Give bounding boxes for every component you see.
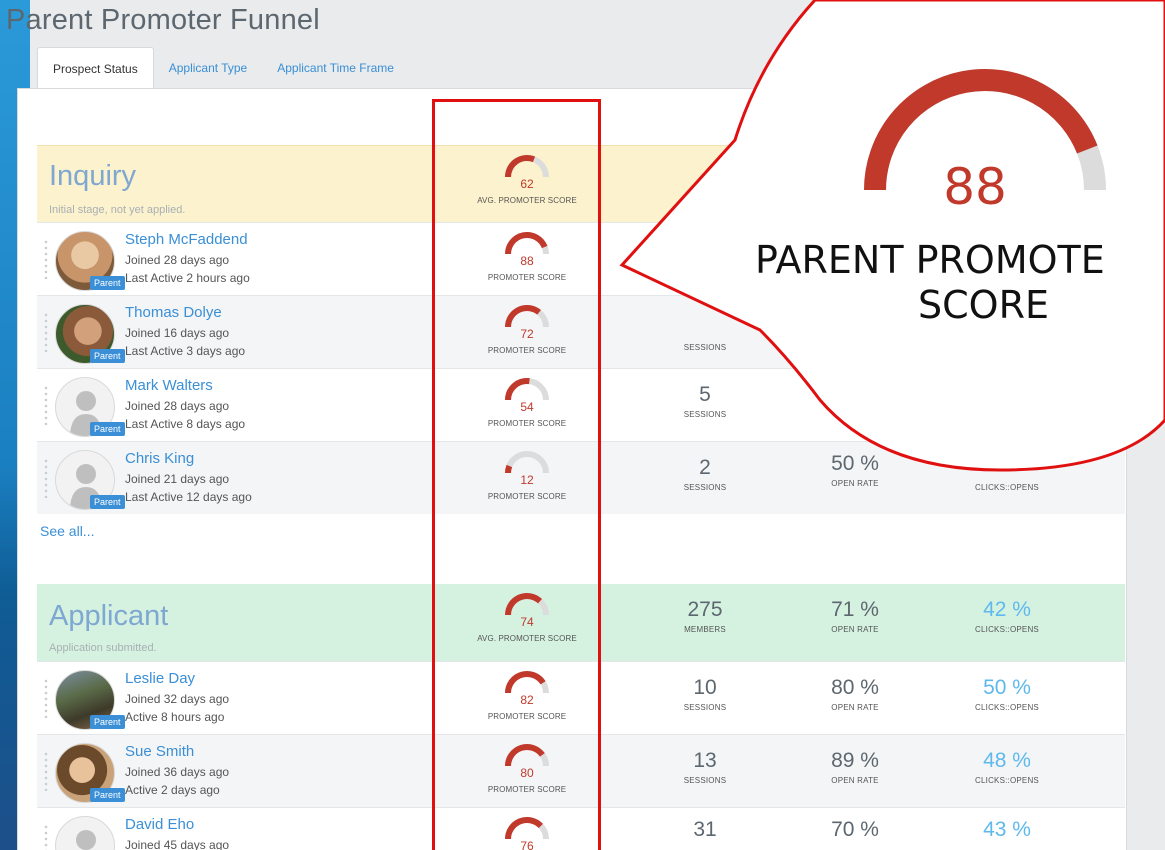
joined-text: Joined 36 days ago [125, 765, 230, 779]
clicks-opens-stat: CLICKS::OPENS [947, 480, 1067, 492]
joined-text: Joined 28 days ago [125, 399, 230, 413]
last-active-text: Active 2 days ago [125, 783, 220, 797]
clicks-opens-value: 43 % [983, 818, 1031, 841]
stage-name: Inquiry [49, 160, 137, 192]
stage-description: Initial stage, not yet applied. [49, 204, 186, 216]
open-rate-value: 71 % [831, 598, 879, 621]
open-rate-stat: 80 % OPEN RATE [795, 676, 915, 712]
open-rate-value: 89 % [831, 749, 879, 772]
sessions-stat: 5 SESSIONS [645, 383, 765, 419]
sessions-label: SESSIONS [683, 776, 727, 785]
open-rate-value: 80 % [831, 676, 879, 699]
tab-bar: Prospect Status Applicant Type Applicant… [37, 47, 409, 89]
drag-handle-icon[interactable] [44, 312, 48, 352]
last-active-text: Last Active 3 days ago [125, 344, 246, 358]
zoom-score-value: 88 [943, 158, 1007, 216]
open-rate-label: OPEN RATE [831, 479, 879, 488]
zoom-label-line1: PARENT PROMOTE [755, 238, 1105, 282]
clicks-opens-value: 50 % [983, 676, 1031, 699]
last-active-text: Active 8 hours ago [125, 710, 225, 724]
person-silhouette-icon [76, 830, 96, 850]
see-all-link[interactable]: See all... [40, 523, 94, 539]
clicks-opens-stat: 50 % CLICKS::OPENS [947, 676, 1067, 712]
clicks-opens-stat: 48 % CLICKS::OPENS [947, 749, 1067, 785]
joined-text: Joined 21 days ago [125, 472, 230, 486]
sessions-stat: 2 SESSIONS [645, 456, 765, 492]
sessions-stat: 10 SESSIONS [645, 676, 765, 712]
clicks-opens-value: 48 % [983, 749, 1031, 772]
parent-badge: Parent [90, 422, 125, 436]
sessions-stat: SESSIONS [645, 340, 765, 352]
sessions-label: SESSIONS [683, 703, 727, 712]
joined-text: Joined 32 days ago [125, 692, 230, 706]
stage-name: Applicant [49, 600, 169, 632]
sessions-stat: 13 SESSIONS [645, 749, 765, 785]
person-name-link[interactable]: David Eho [125, 816, 194, 833]
tab-applicant-type[interactable]: Applicant Type [154, 47, 263, 89]
clicks-opens-value: 42 % [983, 598, 1031, 621]
tab-applicant-time-frame[interactable]: Applicant Time Frame [262, 47, 409, 89]
open-rate-label: OPEN RATE [831, 776, 879, 785]
stage-description: Application submitted. [49, 642, 157, 654]
person-name-link[interactable]: Steph McFaddend [125, 231, 248, 248]
open-rate-value: 70 % [831, 818, 879, 841]
clicks-opens-stat: 42 % CLICKS::OPENS [947, 598, 1067, 634]
parent-badge: Parent [90, 349, 125, 363]
parent-badge: Parent [90, 495, 125, 509]
clicks-opens-label: CLICKS::OPENS [975, 625, 1039, 634]
clicks-opens-label: CLICKS::OPENS [975, 703, 1039, 712]
joined-text: Joined 45 days ago [125, 838, 230, 850]
open-rate-value: 50 % [831, 452, 879, 475]
sessions-stat: 31 [645, 818, 765, 842]
app-window: Parent Promoter Funnel Prospect Status A… [0, 0, 1165, 850]
page-title: Parent Promoter Funnel [6, 4, 320, 36]
open-rate-label: OPEN RATE [831, 703, 879, 712]
zoom-label-line2: SCORE [918, 283, 1049, 327]
members-value: 275 [687, 598, 723, 621]
open-rate-stat: 70 % [795, 818, 915, 842]
tab-prospect-status[interactable]: Prospect Status [37, 47, 154, 89]
person-name-link[interactable]: Sue Smith [125, 743, 194, 760]
person-name-link[interactable]: Chris King [125, 450, 194, 467]
last-active-text: Last Active 2 hours ago [125, 271, 250, 285]
joined-text: Joined 16 days ago [125, 326, 230, 340]
members-label: MEMBERS [684, 625, 726, 634]
sessions-value: 5 [699, 383, 711, 406]
score-column-highlight [432, 99, 601, 850]
sessions-value: 10 [693, 676, 717, 699]
sessions-label: SESSIONS [683, 343, 727, 352]
drag-handle-icon[interactable] [44, 678, 48, 718]
person-name-link[interactable]: Mark Walters [125, 377, 213, 394]
drag-handle-icon[interactable] [44, 385, 48, 425]
parent-badge: Parent [90, 276, 125, 290]
sessions-value: 2 [699, 456, 711, 479]
open-rate-stat: 50 % OPEN RATE [795, 452, 915, 488]
drag-handle-icon[interactable] [44, 751, 48, 791]
drag-handle-icon[interactable] [44, 239, 48, 279]
clicks-opens-label: CLICKS::OPENS [975, 776, 1039, 785]
members-stat: 275 MEMBERS [645, 598, 765, 634]
drag-handle-icon[interactable] [44, 458, 48, 498]
open-rate-stat: 89 % OPEN RATE [795, 749, 915, 785]
person-name-link[interactable]: Leslie Day [125, 670, 195, 687]
joined-text: Joined 28 days ago [125, 253, 230, 267]
open-rate-stat: 71 % OPEN RATE [795, 598, 915, 634]
drag-handle-icon[interactable] [44, 824, 48, 850]
person-name-link[interactable]: Thomas Dolye [125, 304, 222, 321]
sessions-value: 13 [693, 749, 717, 772]
sessions-label: SESSIONS [683, 410, 727, 419]
parent-badge: Parent [90, 715, 125, 729]
parent-badge: Parent [90, 788, 125, 802]
clicks-opens-stat: 43 % [947, 818, 1067, 842]
open-rate-label: OPEN RATE [831, 625, 879, 634]
last-active-text: Last Active 8 days ago [125, 417, 246, 431]
avatar-placeholder [55, 816, 115, 850]
sessions-label: SESSIONS [683, 483, 727, 492]
clicks-opens-label: CLICKS::OPENS [975, 483, 1039, 492]
sessions-value: 31 [693, 818, 717, 841]
last-active-text: Last Active 12 days ago [125, 490, 252, 504]
